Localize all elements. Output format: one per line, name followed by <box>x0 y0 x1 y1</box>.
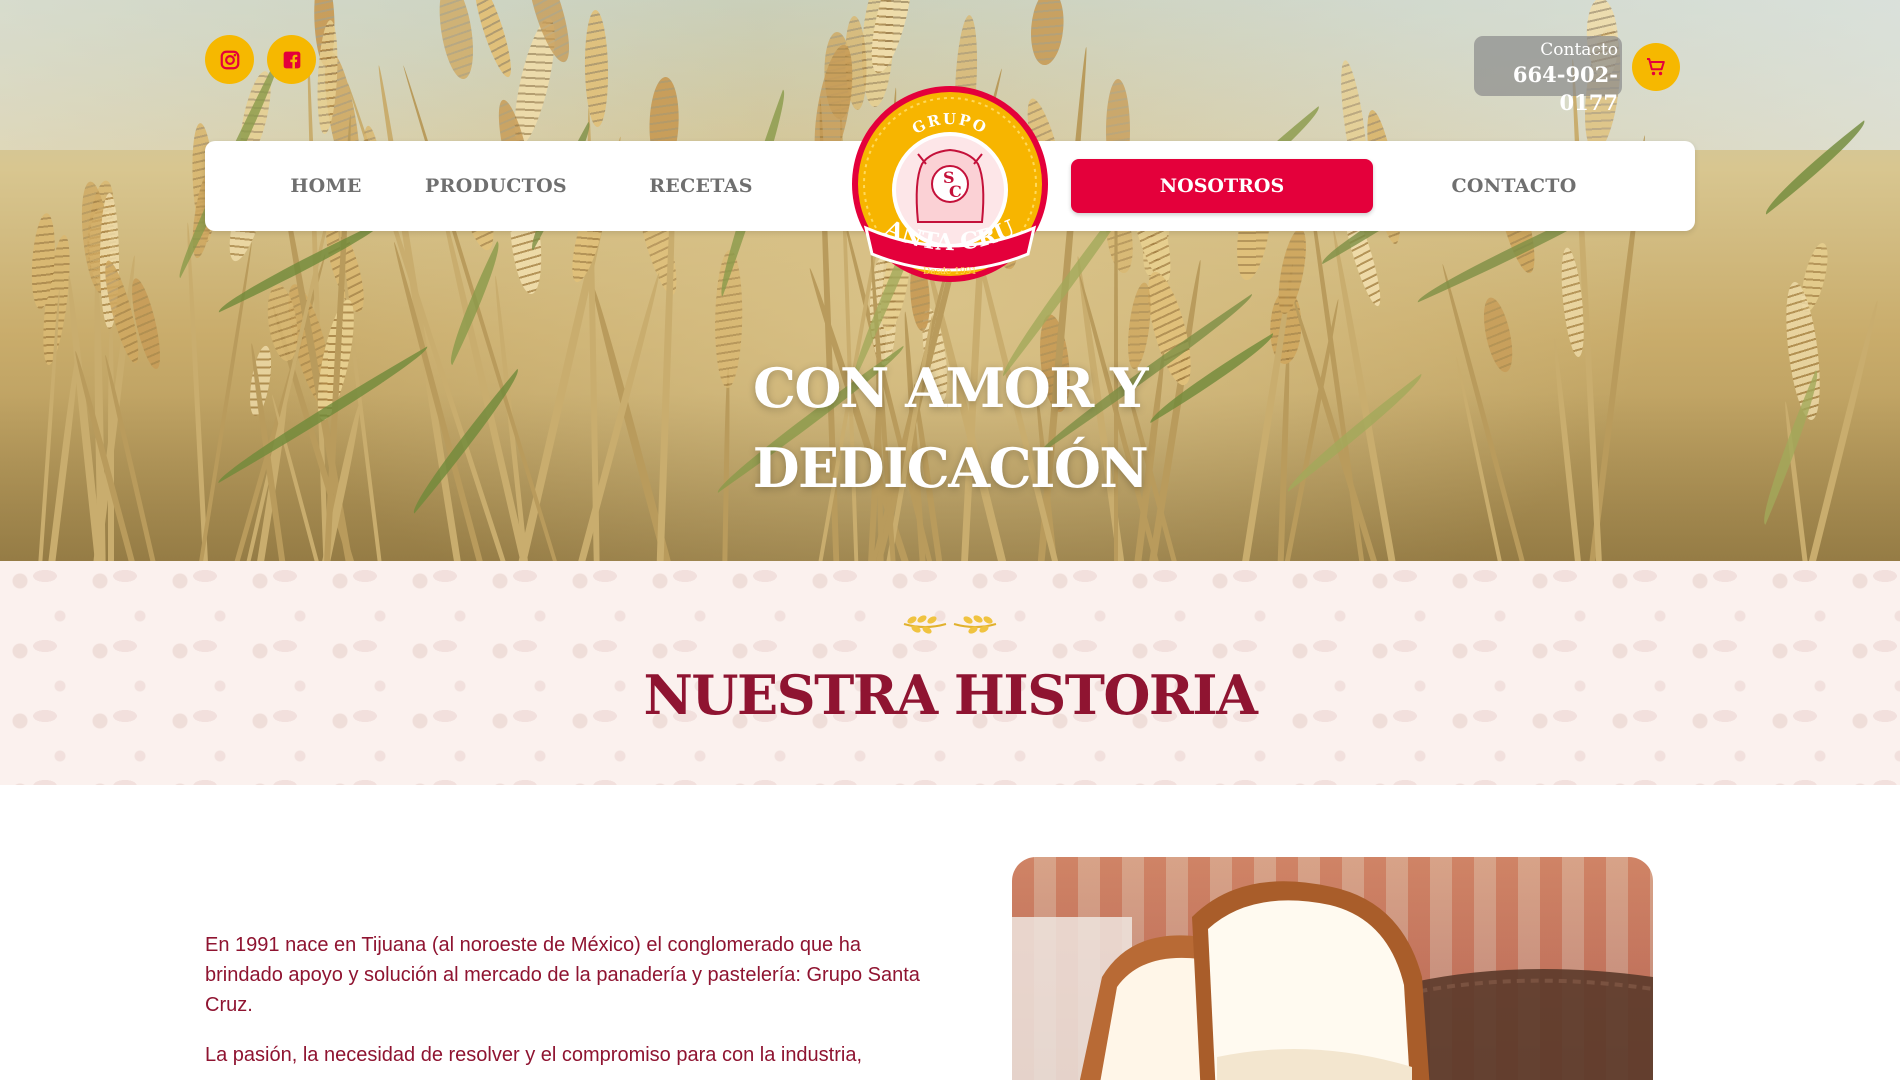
wheat-stalk <box>1277 344 1292 561</box>
history-title: NUESTRA HISTORIA <box>643 663 1258 727</box>
logo-since-text: Desde 1991 <box>923 267 977 277</box>
wheat-stalk <box>1454 356 1506 561</box>
nav-recetas[interactable]: RECETAS <box>625 141 777 231</box>
nav-nosotros[interactable]: NOSOTROS <box>1071 159 1373 213</box>
wheat-ear <box>1478 295 1518 375</box>
hero-title-line2: DEDICACIÓN <box>752 436 1149 500</box>
brand-logo[interactable]: S C GRUPO SANTA CRUZ Desde 1991 <box>840 65 1052 290</box>
history-paragraph-2: La pasión, la necesidad de resolver y el… <box>205 1044 863 1066</box>
contact-phone[interactable]: 664-902-0177 <box>1474 61 1618 117</box>
nav-productos[interactable]: PRODUCTOS <box>405 141 587 231</box>
hero-title-line1: CON AMOR Y <box>752 356 1149 420</box>
instagram-button[interactable] <box>205 35 254 84</box>
contact-label: Contacto <box>1540 40 1618 60</box>
cart-button[interactable] <box>1632 43 1680 91</box>
wheat-ornament-icon <box>903 615 997 634</box>
nav-home[interactable]: HOME <box>245 141 407 231</box>
instagram-icon <box>220 50 239 69</box>
history-paragraph-1: En 1991 nace en Tijuana (al noroeste de … <box>205 934 920 1016</box>
logo-monogram-c: C <box>949 182 962 201</box>
wheat-stalk <box>1551 338 1583 561</box>
history-text: En 1991 nace en Tijuana (al noroeste de … <box>205 930 925 1080</box>
wheat-stalk <box>108 309 114 561</box>
page: Contacto 664-902-0177 HOME PRODUCTOS REC… <box>0 0 1900 1080</box>
nav-contacto[interactable]: CONTACTO <box>1383 141 1645 231</box>
bread-photo <box>1012 857 1653 1080</box>
cart-icon <box>1647 58 1665 76</box>
wheat-stalk <box>185 222 209 561</box>
wheat-ear <box>1273 226 1312 317</box>
wheat-leaf <box>1279 373 1430 492</box>
hero-title: CON AMOR Y DEDICACIÓN <box>650 348 1250 508</box>
logo-emblem: S C GRUPO SANTA CRUZ Desde 1991 <box>840 65 1048 282</box>
hero-banner: Contacto 664-902-0177 HOME PRODUCTOS REC… <box>0 0 1900 561</box>
bread-illustration <box>1012 881 1653 1080</box>
facebook-button[interactable] <box>267 35 316 84</box>
contact-phone-box[interactable]: Contacto 664-902-0177 <box>1474 36 1622 115</box>
facebook-icon <box>283 51 300 68</box>
